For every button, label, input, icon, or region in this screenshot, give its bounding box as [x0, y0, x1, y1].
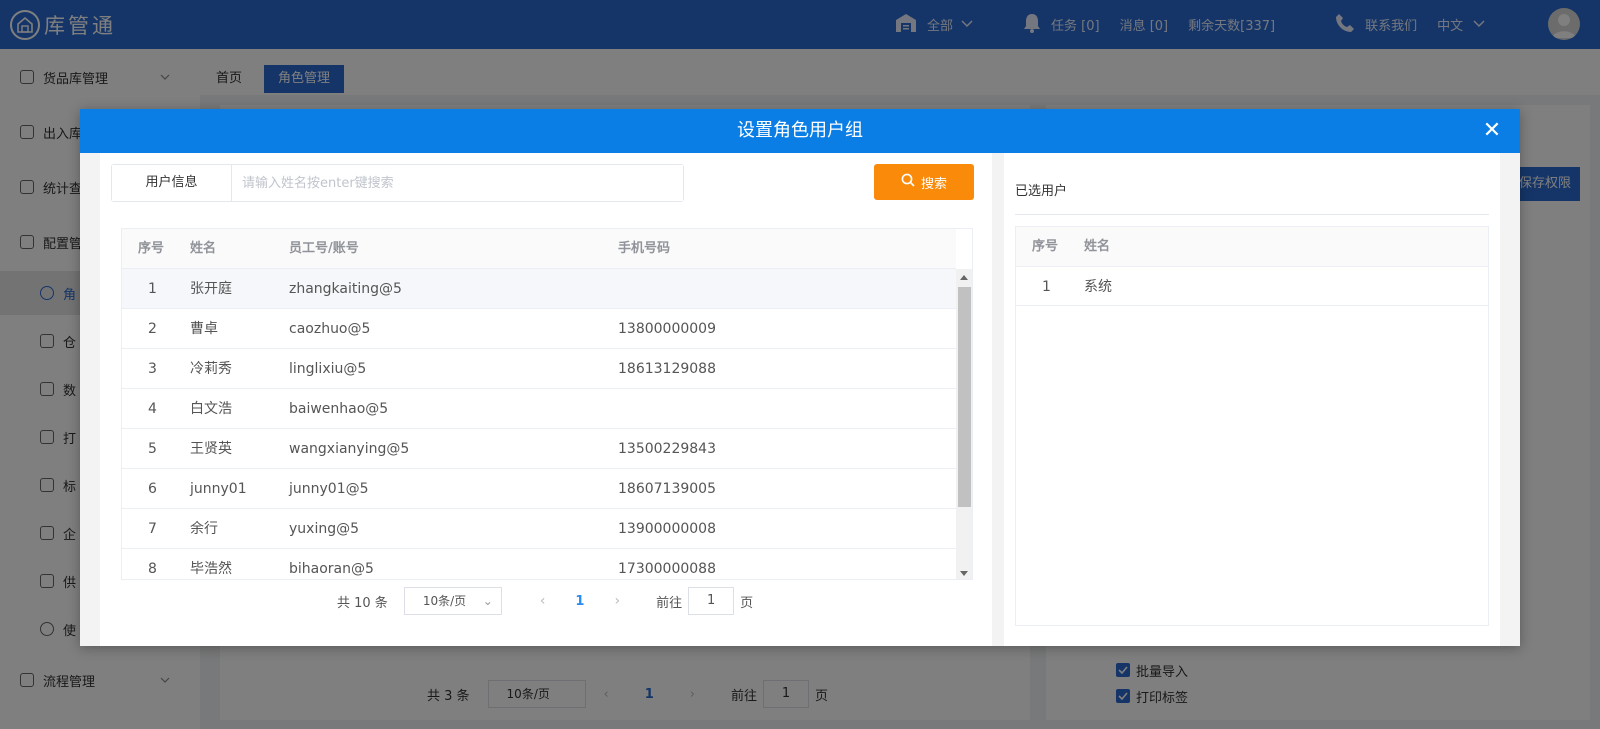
cell-index: 6: [148, 481, 157, 497]
selected-users-pane: 已选用户 序号 姓名 1 系统: [1004, 153, 1500, 646]
table-header: 序号 姓名: [1016, 227, 1488, 267]
cell-phone: 13900000008: [618, 521, 716, 537]
cell-phone: 18613129088: [618, 361, 716, 377]
scrollbar-thumb[interactable]: [958, 287, 971, 507]
prev-page-button[interactable]: ‹: [540, 593, 546, 609]
cell-name: 冷莉秀: [190, 361, 232, 377]
cell-index: 1: [1042, 279, 1051, 295]
column-header-name: 姓名: [1084, 239, 1111, 254]
user-table-pagination: 共 10 条 10条/页 ⌄ ‹ 1 › 前往 1 页: [337, 587, 753, 615]
table-row[interactable]: 3 冷莉秀 linglixiu@5 18613129088: [122, 349, 956, 389]
divider: [1015, 214, 1489, 215]
cell-account: bihaoran@5: [289, 561, 374, 577]
cell-name: 王贤英: [190, 441, 232, 457]
column-header-index: 序号: [138, 241, 165, 256]
cell-index: 3: [148, 361, 157, 377]
next-page-button[interactable]: ›: [614, 593, 620, 609]
cell-index: 8: [148, 561, 157, 577]
cell-account: wangxianying@5: [289, 441, 410, 457]
cell-name: junny01: [190, 481, 247, 497]
table-row[interactable]: 7 余行 yuxing@5 13900000008: [122, 509, 956, 549]
total-count: 共 10 条: [337, 595, 388, 611]
table-row[interactable]: 1 系统: [1016, 267, 1488, 306]
user-table: 序号 姓名 员工号/账号 手机号码 1 张开庭 zhangkaiting@5 2…: [121, 228, 973, 580]
current-page[interactable]: 1: [575, 594, 584, 609]
dialog-title: 设置角色用户组: [737, 120, 863, 141]
cell-name: 曹卓: [190, 321, 218, 337]
scroll-down-icon[interactable]: [960, 571, 968, 576]
table-row[interactable]: 2 曹卓 caozhuo@5 13800000009: [122, 309, 956, 349]
column-header-name: 姓名: [190, 241, 217, 256]
column-header-account: 员工号/账号: [289, 241, 359, 256]
cell-name: 毕浩然: [190, 561, 232, 577]
page-size-select[interactable]: 10条/页 ⌄: [403, 587, 502, 615]
user-search-group: 用户信息: [111, 164, 684, 202]
cell-phone: 13500229843: [618, 441, 716, 457]
close-icon[interactable]: ✕: [1480, 109, 1504, 153]
page-size-value: 10条/页: [422, 594, 467, 608]
cell-account: caozhuo@5: [289, 321, 371, 337]
cell-phone: 13800000009: [618, 321, 716, 337]
cell-index: 4: [148, 401, 157, 417]
cell-index: 5: [148, 441, 157, 457]
search-field-label: 用户信息: [112, 165, 232, 201]
cell-index: 7: [148, 521, 157, 537]
search-button[interactable]: 搜索: [874, 164, 974, 200]
selected-users-title: 已选用户: [1015, 184, 1068, 199]
cell-index: 1: [148, 281, 157, 297]
column-header-phone: 手机号码: [618, 241, 671, 256]
cell-account: yuxing@5: [289, 521, 359, 537]
scroll-up-icon[interactable]: [960, 275, 968, 280]
goto-prefix: 前往: [656, 595, 683, 611]
table-row[interactable]: 5 王贤英 wangxianying@5 13500229843: [122, 429, 956, 469]
cell-name: 余行: [190, 521, 218, 537]
dialog-body: 用户信息 搜索 序号 姓名 员工号/账号 手机号码 1 张开庭: [80, 153, 1520, 646]
search-button-label: 搜索: [920, 176, 947, 192]
cell-name: 系统: [1084, 279, 1112, 295]
table-row[interactable]: 8 毕浩然 bihaoran@5 17300000088: [122, 549, 956, 579]
table-row[interactable]: 1 张开庭 zhangkaiting@5: [122, 269, 956, 309]
cell-account: baiwenhao@5: [289, 401, 389, 417]
chevron-down-icon: ⌄: [482, 594, 493, 608]
cell-account: zhangkaiting@5: [289, 281, 402, 297]
dialog-header: 设置角色用户组 ✕: [80, 109, 1520, 153]
table-row[interactable]: 4 白文浩 baiwenhao@5: [122, 389, 956, 429]
cell-name: 张开庭: [190, 281, 232, 297]
search-input[interactable]: [232, 165, 683, 201]
table-header: 序号 姓名 员工号/账号 手机号码: [122, 229, 956, 269]
user-search-pane: 用户信息 搜索 序号 姓名 员工号/账号 手机号码 1 张开庭: [100, 153, 992, 646]
selected-users-table: 序号 姓名 1 系统: [1015, 226, 1489, 626]
column-header-index: 序号: [1032, 239, 1059, 254]
cell-account: linglixiu@5: [289, 361, 367, 377]
cell-phone: 17300000088: [618, 561, 716, 577]
goto-suffix: 页: [740, 595, 754, 611]
table-row[interactable]: 6 junny01 junny01@5 18607139005: [122, 469, 956, 509]
cell-name: 白文浩: [190, 401, 232, 417]
cell-phone: 18607139005: [618, 481, 716, 497]
cell-index: 2: [148, 321, 157, 337]
goto-page-input[interactable]: 1: [688, 587, 735, 615]
role-user-group-dialog: 设置角色用户组 ✕ 用户信息 搜索 序号 姓名 员工号/账号 手机号码: [80, 109, 1520, 646]
cell-account: junny01@5: [289, 481, 369, 497]
search-icon: [901, 173, 915, 191]
